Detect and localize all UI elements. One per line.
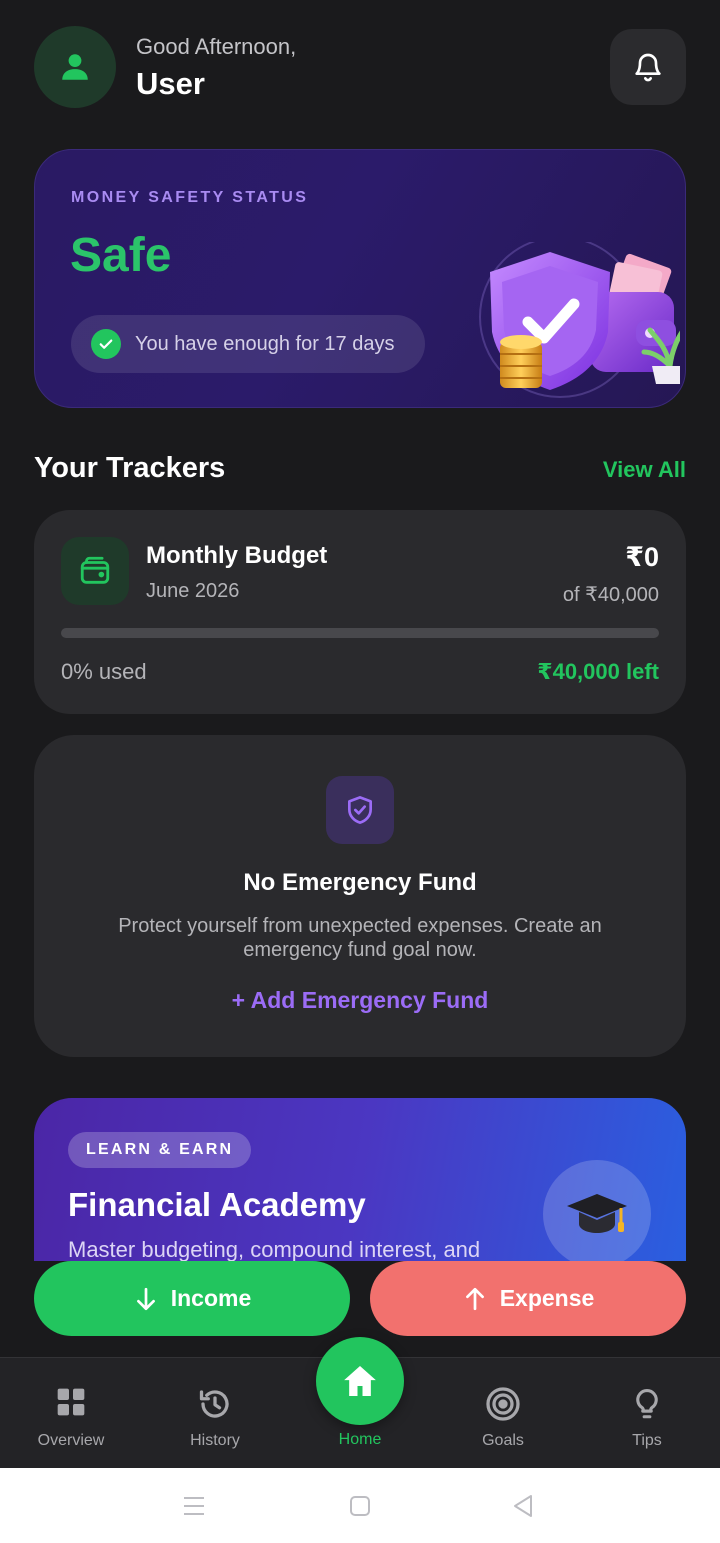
user-icon — [62, 54, 88, 80]
avatar[interactable] — [34, 26, 116, 108]
nav-tips[interactable]: Tips — [587, 1358, 707, 1469]
header: Good Afternoon, User — [34, 26, 686, 108]
bell-icon — [635, 53, 661, 82]
notifications-button[interactable] — [610, 29, 686, 105]
nav-overview-label: Overview — [37, 1432, 105, 1449]
nav-tips-label: Tips — [632, 1432, 662, 1449]
arrow-up-icon — [465, 1287, 484, 1310]
monthly-budget-card[interactable]: Monthly Budget June 2026 ₹0 of ₹40,000 0… — [34, 510, 686, 714]
financial-academy-card[interactable]: LEARN & EARN Financial Academy Master bu… — [34, 1098, 686, 1261]
safety-status: Safe — [70, 229, 172, 282]
expense-label: Expense — [499, 1285, 595, 1311]
learn-earn-badge: LEARN & EARN — [68, 1132, 252, 1168]
back-triangle-icon[interactable] — [505, 1490, 541, 1522]
money-safety-card[interactable]: MONEY SAFETY STATUS Safe You have enough… — [34, 149, 686, 408]
target-icon — [443, 1386, 563, 1422]
trackers-title: Your Trackers — [34, 452, 226, 484]
nav-overview[interactable]: Overview — [11, 1358, 131, 1469]
academy-description: Master budgeting, compound interest, and — [68, 1237, 481, 1261]
add-expense-button[interactable]: Expense — [370, 1261, 686, 1336]
nav-history[interactable]: History — [155, 1358, 275, 1469]
emergency-description: Protect yourself from unexpected expense… — [118, 915, 602, 961]
budget-name: Monthly Budget — [146, 542, 328, 569]
safety-message: You have enough for 17 days — [135, 332, 395, 355]
wallet-icon — [61, 537, 129, 605]
nav-goals[interactable]: Goals — [443, 1358, 563, 1469]
budget-used-text: 0% used — [61, 659, 147, 684]
add-income-button[interactable]: Income — [34, 1261, 350, 1336]
budget-progress-bar — [61, 628, 659, 638]
grid-icon — [11, 1386, 131, 1422]
graduation-cap-icon — [543, 1160, 651, 1261]
greeting-text: Good Afternoon, — [136, 34, 297, 59]
nav-history-label: History — [190, 1432, 240, 1449]
lightbulb-icon — [587, 1386, 707, 1422]
budget-total: of ₹40,000 — [562, 584, 659, 606]
income-label: Income — [170, 1285, 252, 1311]
emergency-title: No Emergency Fund — [243, 869, 477, 896]
nav-home-label: Home — [338, 1431, 382, 1448]
budget-spent: ₹0 — [625, 542, 659, 572]
shield-check-icon — [326, 776, 394, 844]
safety-message-pill: You have enough for 17 days — [71, 315, 425, 373]
academy-title: Financial Academy — [68, 1186, 366, 1223]
nav-goals-label: Goals — [482, 1432, 524, 1449]
nav-home-button[interactable] — [316, 1337, 404, 1425]
history-icon — [155, 1386, 275, 1422]
safety-label: MONEY SAFETY STATUS — [71, 189, 309, 206]
home-icon — [344, 1366, 376, 1396]
shield-wallet-illustration — [479, 242, 680, 398]
budget-left-text: ₹40,000 left — [537, 659, 659, 684]
arrow-down-icon — [136, 1287, 155, 1310]
username: User — [136, 66, 205, 101]
budget-month: June 2026 — [146, 580, 240, 602]
home-square-icon[interactable] — [342, 1490, 378, 1522]
recents-menu-icon[interactable] — [176, 1490, 212, 1522]
system-navigation-bar — [0, 1468, 720, 1543]
home-screen: Good Afternoon, User MONEY SAFETY STATUS… — [0, 0, 720, 1543]
add-emergency-fund-button[interactable]: + Add Emergency Fund — [34, 987, 686, 1014]
view-all-link[interactable]: View All — [603, 457, 686, 483]
emergency-fund-card: No Emergency Fund Protect yourself from … — [34, 735, 686, 1057]
check-circle-icon — [91, 329, 121, 359]
